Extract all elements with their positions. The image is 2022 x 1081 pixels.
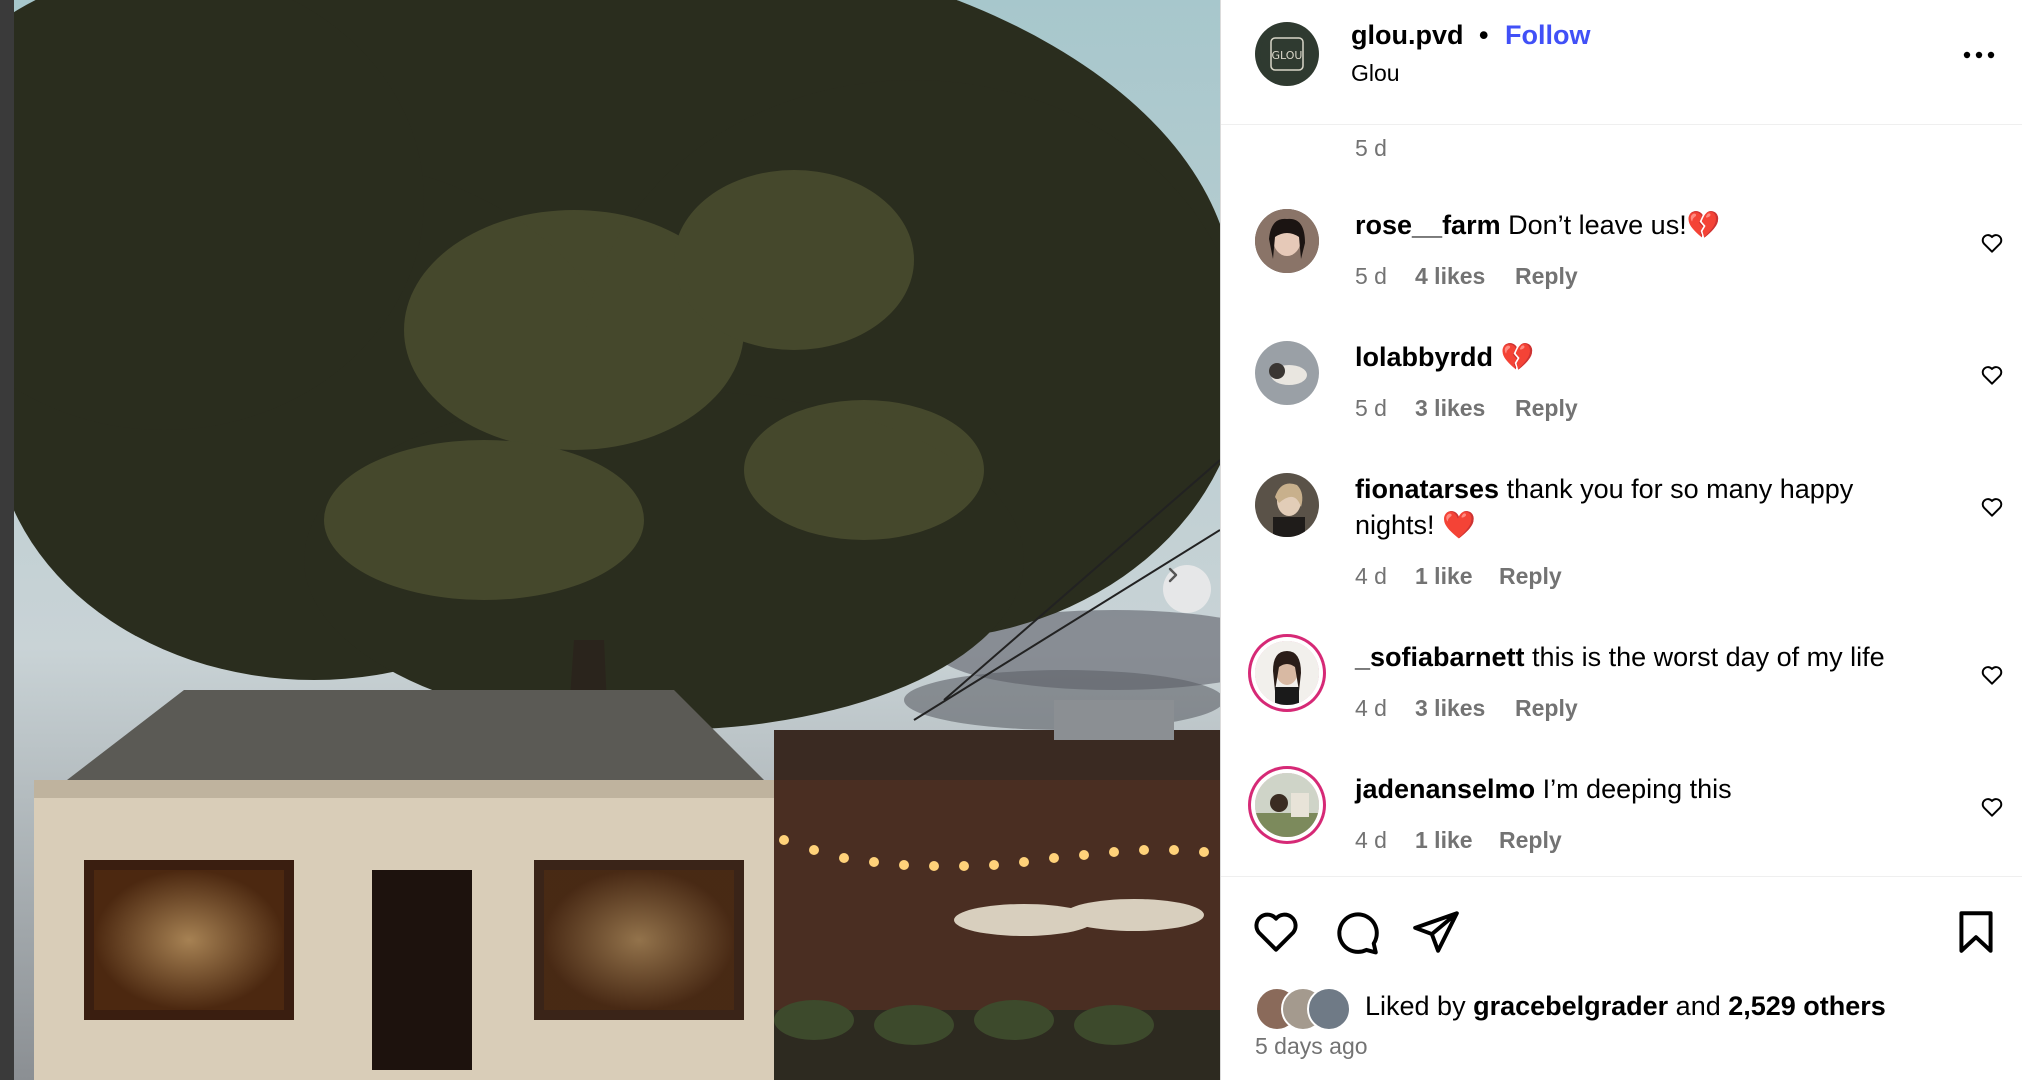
author-avatar[interactable]: GLOU xyxy=(1255,22,1319,86)
separator-dot: • xyxy=(1479,20,1489,50)
comment-username[interactable]: rose__farm xyxy=(1355,210,1501,240)
author-subtitle[interactable]: Glou xyxy=(1351,60,1400,87)
liker-avatar[interactable] xyxy=(1307,987,1351,1031)
post-timestamp[interactable]: 5 days ago xyxy=(1255,1033,1368,1060)
reply-button[interactable]: Reply xyxy=(1515,395,1578,422)
comment-username[interactable]: jadenanselmo xyxy=(1355,774,1535,804)
comment-text: rose__farm Don’t leave us!💔 xyxy=(1355,207,1935,243)
post-sidebar: GLOU glou.pvd • Follow Glou 5 d rose__fa… xyxy=(1220,0,2022,1080)
comment-text: lolabbyrdd 💔 xyxy=(1355,339,1935,375)
commenter-avatar[interactable] xyxy=(1255,473,1319,537)
comment-like-icon[interactable] xyxy=(1979,794,2005,820)
follow-button[interactable]: Follow xyxy=(1505,20,1590,51)
comment-likes[interactable]: 4 likes xyxy=(1415,263,1485,290)
more-icon xyxy=(1963,51,1995,59)
post-header: GLOU glou.pvd • Follow Glou xyxy=(1221,0,2022,125)
comment-text: _sofiabarnett this is the worst day of m… xyxy=(1355,639,1935,675)
post-actions: Liked by gracebelgrader and 2,529 others… xyxy=(1221,876,2022,1081)
post-photo[interactable] xyxy=(14,0,1220,1080)
chevron-right-icon xyxy=(1168,567,1178,583)
comment-age[interactable]: 5 d xyxy=(1355,263,1387,290)
comment-button-icon[interactable] xyxy=(1331,907,1381,957)
comment-username[interactable]: fionatarses xyxy=(1355,474,1499,504)
comment-like-icon[interactable] xyxy=(1979,230,2005,256)
more-options-button[interactable] xyxy=(1959,40,1999,70)
svg-text:GLOU: GLOU xyxy=(1272,49,1303,62)
comment-likes[interactable]: 3 likes xyxy=(1415,695,1485,722)
comment-age[interactable]: 4 d xyxy=(1355,563,1387,590)
avatar-photo xyxy=(1255,341,1319,405)
comment-like-icon[interactable] xyxy=(1979,494,2005,520)
comment-like-icon[interactable] xyxy=(1979,662,2005,688)
comment-likes[interactable]: 1 like xyxy=(1415,827,1473,854)
comment-body: Don’t leave us!💔 xyxy=(1500,210,1721,240)
avatar-photo xyxy=(1255,209,1319,273)
comment-age[interactable]: 4 d xyxy=(1355,695,1387,722)
commenter-avatar-story[interactable] xyxy=(1255,641,1319,705)
comment-body: 💔 xyxy=(1493,342,1535,372)
reply-button[interactable]: Reply xyxy=(1515,695,1578,722)
commenter-avatar[interactable] xyxy=(1255,209,1319,273)
likes-summary: Liked by gracebelgrader and 2,529 others xyxy=(1255,985,2015,1031)
like-button-heart-icon[interactable] xyxy=(1251,907,1301,957)
comment-body: I’m deeping this xyxy=(1535,774,1732,804)
liker-username[interactable]: gracebelgrader xyxy=(1473,991,1668,1021)
likes-text: Liked by gracebelgrader and 2,529 others xyxy=(1365,991,1886,1022)
comment-age[interactable]: 5 d xyxy=(1355,395,1387,422)
photo-illustration xyxy=(14,0,1220,1080)
avatar-photo xyxy=(1255,773,1319,837)
comment-likes[interactable]: 3 likes xyxy=(1415,395,1485,422)
likes-others[interactable]: 2,529 others xyxy=(1728,991,1886,1021)
share-button-icon[interactable] xyxy=(1411,907,1461,957)
comment-username[interactable]: lolabbyrdd xyxy=(1355,342,1493,372)
next-image-button[interactable] xyxy=(1163,565,1211,613)
comment-text: jadenanselmo I’m deeping this xyxy=(1355,771,1935,807)
glou-logo: GLOU xyxy=(1260,27,1314,81)
comment-age[interactable]: 4 d xyxy=(1355,827,1387,854)
comments-list: 5 d rose__farm Don’t leave us!💔 5 d 4 li… xyxy=(1221,125,2022,875)
comment-likes[interactable]: 1 like xyxy=(1415,563,1473,590)
reply-button[interactable]: Reply xyxy=(1499,827,1562,854)
reply-button[interactable]: Reply xyxy=(1499,563,1562,590)
likes-prefix: Liked by xyxy=(1365,991,1474,1021)
commenter-avatar-story[interactable] xyxy=(1255,773,1319,837)
avatar-photo xyxy=(1255,473,1319,537)
reply-button[interactable]: Reply xyxy=(1515,263,1578,290)
comment-like-icon[interactable] xyxy=(1979,362,2005,388)
comment-text: fionatarses thank you for so many happy … xyxy=(1355,471,1935,543)
avatar-photo xyxy=(1255,641,1319,705)
backdrop xyxy=(0,0,14,1080)
commenter-avatar[interactable] xyxy=(1255,341,1319,405)
previous-comment-age: 5 d xyxy=(1355,135,1387,161)
comment-body: this is the worst day of my life xyxy=(1524,642,1885,672)
likes-middle: and xyxy=(1668,991,1729,1021)
comment-username[interactable]: _sofiabarnett xyxy=(1355,642,1525,672)
bookmark-button-icon[interactable] xyxy=(1951,907,2001,957)
author-username[interactable]: glou.pvd xyxy=(1351,20,1463,51)
